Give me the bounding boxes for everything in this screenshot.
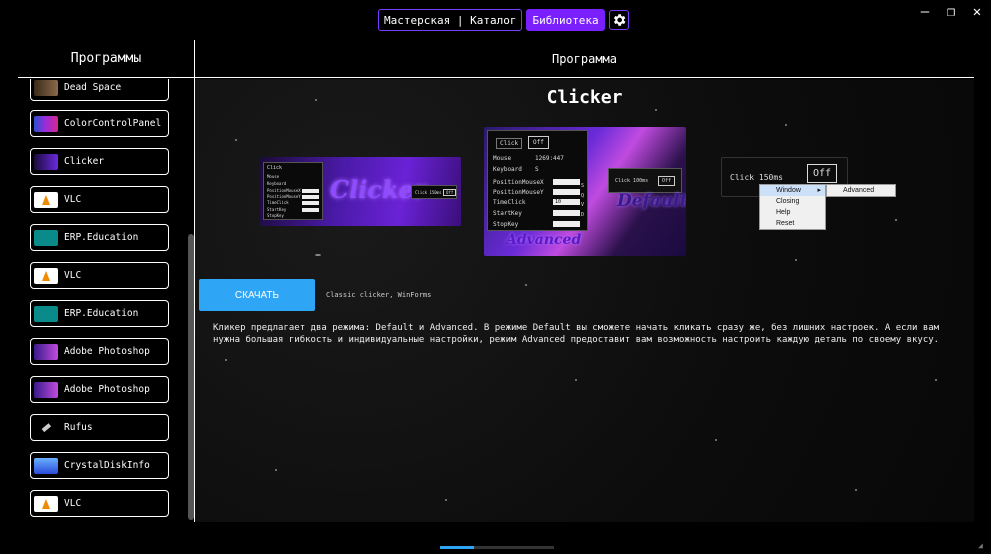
preview-row: StartKey bbox=[493, 210, 522, 217]
sidebar-item-rufus[interactable]: Rufus bbox=[30, 414, 169, 441]
settings-button[interactable] bbox=[608, 10, 629, 30]
preview-row: StopKey bbox=[493, 221, 519, 228]
sidebar-item-label: CrystalDiskInfo bbox=[64, 460, 150, 471]
sidebar-item-vlc[interactable]: VLC bbox=[30, 490, 169, 517]
library-button[interactable]: Библиотека bbox=[526, 9, 605, 31]
gear-icon bbox=[613, 14, 626, 26]
preview-row: Mouse bbox=[267, 174, 280, 179]
mini-click-label: Click 150ms bbox=[415, 190, 442, 195]
menu-item-help[interactable]: Help bbox=[760, 207, 825, 218]
workshop-catalog-button[interactable]: Мастерская | Каталог bbox=[378, 9, 523, 31]
preview-keyboard-value: S bbox=[535, 166, 539, 173]
sidebar-item-dead-space[interactable]: Dead Space bbox=[30, 79, 169, 101]
clicker-icon bbox=[34, 153, 58, 170]
preview-off-button: Off bbox=[528, 136, 549, 149]
mini-click-preview: Click 150ms Off bbox=[411, 185, 457, 199]
preview-timeclick-value: 10 bbox=[553, 199, 580, 205]
preview-row: StopKey bbox=[267, 213, 284, 218]
context-menu: Window ▸ Closing Help Reset bbox=[759, 184, 826, 230]
program-detail: Clicker Click Mouse Keyboard PositionMou… bbox=[195, 79, 974, 522]
minimize-button[interactable]: — bbox=[917, 4, 933, 20]
preview-mouse-value: 1269:447 bbox=[535, 155, 564, 162]
default-word: Default bbox=[617, 191, 686, 211]
photoshop-icon bbox=[34, 381, 58, 398]
download-button[interactable]: СКАЧАТЬ bbox=[199, 279, 315, 311]
mini-off-label: Off bbox=[658, 176, 676, 186]
close-button[interactable]: ✕ bbox=[969, 4, 985, 20]
mini-off-label: Off bbox=[443, 189, 457, 196]
vlc-icon bbox=[34, 267, 58, 284]
app-title: Clicker bbox=[546, 87, 623, 108]
rufus-icon bbox=[34, 420, 58, 436]
top-navigation: Мастерская | Каталог Библиотека bbox=[378, 9, 629, 31]
sidebar-title: Программы bbox=[18, 40, 194, 78]
screenshot-2[interactable]: Click Off Mouse 1269:447 Keyboard S Posi… bbox=[484, 127, 686, 256]
window-controls: — ❐ ✕ bbox=[917, 4, 985, 20]
programs-sidebar: Dead Space ColorControlPanel Clicker VLC… bbox=[18, 79, 194, 522]
vlc-icon bbox=[34, 495, 58, 512]
sidebar-item-erp-education[interactable]: ERP.Education bbox=[30, 224, 169, 251]
program-description: Кликер предлагает два режима: Default и … bbox=[213, 323, 940, 345]
sidebar-item-label: ERP.Education bbox=[64, 232, 139, 243]
menu-item-reset[interactable]: Reset bbox=[760, 218, 825, 229]
sidebar-item-clicker[interactable]: Clicker bbox=[30, 148, 169, 175]
sidebar-item-label: VLC bbox=[64, 498, 82, 509]
default-mode-preview: Click 100ms Off bbox=[608, 168, 682, 193]
sidebar-item-label: VLC bbox=[64, 194, 82, 205]
crystaldiskinfo-icon bbox=[34, 457, 58, 474]
sidebar-item-vlc[interactable]: VLC bbox=[30, 262, 169, 289]
preview-row: PositionMouseY bbox=[267, 194, 301, 199]
preview-row: PositionMouseX bbox=[493, 179, 544, 186]
color-control-panel-icon bbox=[34, 115, 58, 132]
context-submenu: Advanced bbox=[826, 184, 896, 197]
sidebar-item-label: Adobe Photoshop bbox=[64, 384, 150, 395]
preview-row: PositionMouseX bbox=[267, 188, 301, 193]
preview-row: Keyboard bbox=[267, 181, 287, 186]
settings-panel-preview: Click Mouse Keyboard PositionMouseX Posi… bbox=[263, 162, 323, 220]
erp-education-icon bbox=[34, 305, 58, 322]
click-interval-label: Click 150ms bbox=[730, 173, 783, 182]
resize-grip-icon[interactable]: ◢ bbox=[978, 541, 988, 551]
program-caption: Classic clicker, WinForms bbox=[326, 291, 432, 299]
mini-click-label: Click 100ms bbox=[615, 178, 649, 184]
vlc-icon bbox=[34, 191, 58, 208]
sidebar-item-vlc[interactable]: VLC bbox=[30, 186, 169, 213]
preview-row: TimeClick bbox=[493, 199, 526, 206]
erp-education-icon bbox=[34, 229, 58, 246]
sidebar-item-crystaldiskinfo[interactable]: CrystalDiskInfo bbox=[30, 452, 169, 479]
sidebar-item-label: VLC bbox=[64, 270, 82, 281]
photoshop-icon bbox=[34, 343, 58, 360]
preview-row: PositionMouseY bbox=[493, 189, 544, 196]
preview-click-label: Click bbox=[267, 165, 283, 171]
sidebar-item-colorcontrolpanel[interactable]: ColorControlPanel bbox=[30, 110, 169, 137]
preview-row: StartKey bbox=[267, 207, 287, 212]
sidebar-item-label: Clicker bbox=[64, 156, 105, 167]
sidebar-item-label: Rufus bbox=[64, 422, 93, 433]
sidebar-item-adobe-photoshop[interactable]: Adobe Photoshop bbox=[30, 338, 169, 365]
screenshot-1[interactable]: Click Mouse Keyboard PositionMouseX Posi… bbox=[260, 157, 461, 226]
sidebar-item-erp-education[interactable]: ERP.Education bbox=[30, 300, 169, 327]
menu-item-advanced[interactable]: Advanced bbox=[827, 185, 895, 196]
preview-click-button: Click bbox=[496, 138, 523, 149]
menu-item-window[interactable]: Window ▸ bbox=[760, 185, 825, 196]
menu-item-closing[interactable]: Closing bbox=[760, 196, 825, 207]
dead-space-icon bbox=[34, 79, 58, 96]
off-toggle: Off bbox=[807, 164, 838, 183]
page-indicator-fill bbox=[440, 546, 474, 549]
sidebar-item-adobe-photoshop[interactable]: Adobe Photoshop bbox=[30, 376, 169, 403]
sidebar-item-label: Adobe Photoshop bbox=[64, 346, 150, 357]
sidebar-item-label: Dead Space bbox=[64, 82, 122, 93]
program-header: Программа bbox=[195, 40, 974, 78]
preview-keyboard-label: Keyboard bbox=[493, 166, 522, 173]
preview-row: TimeClick bbox=[267, 200, 289, 205]
sidebar-scrollbar[interactable] bbox=[188, 234, 194, 520]
restore-button[interactable]: ❐ bbox=[943, 4, 959, 20]
advanced-panel-preview: Click Off Mouse 1269:447 Keyboard S Posi… bbox=[487, 130, 588, 231]
preview-mouse-label: Mouse bbox=[493, 155, 512, 162]
advanced-word: Advanced bbox=[506, 232, 582, 248]
sidebar-item-label: ERP.Education bbox=[64, 308, 139, 319]
sidebar-item-label: ColorControlPanel bbox=[64, 118, 162, 129]
page-indicator bbox=[440, 546, 554, 549]
